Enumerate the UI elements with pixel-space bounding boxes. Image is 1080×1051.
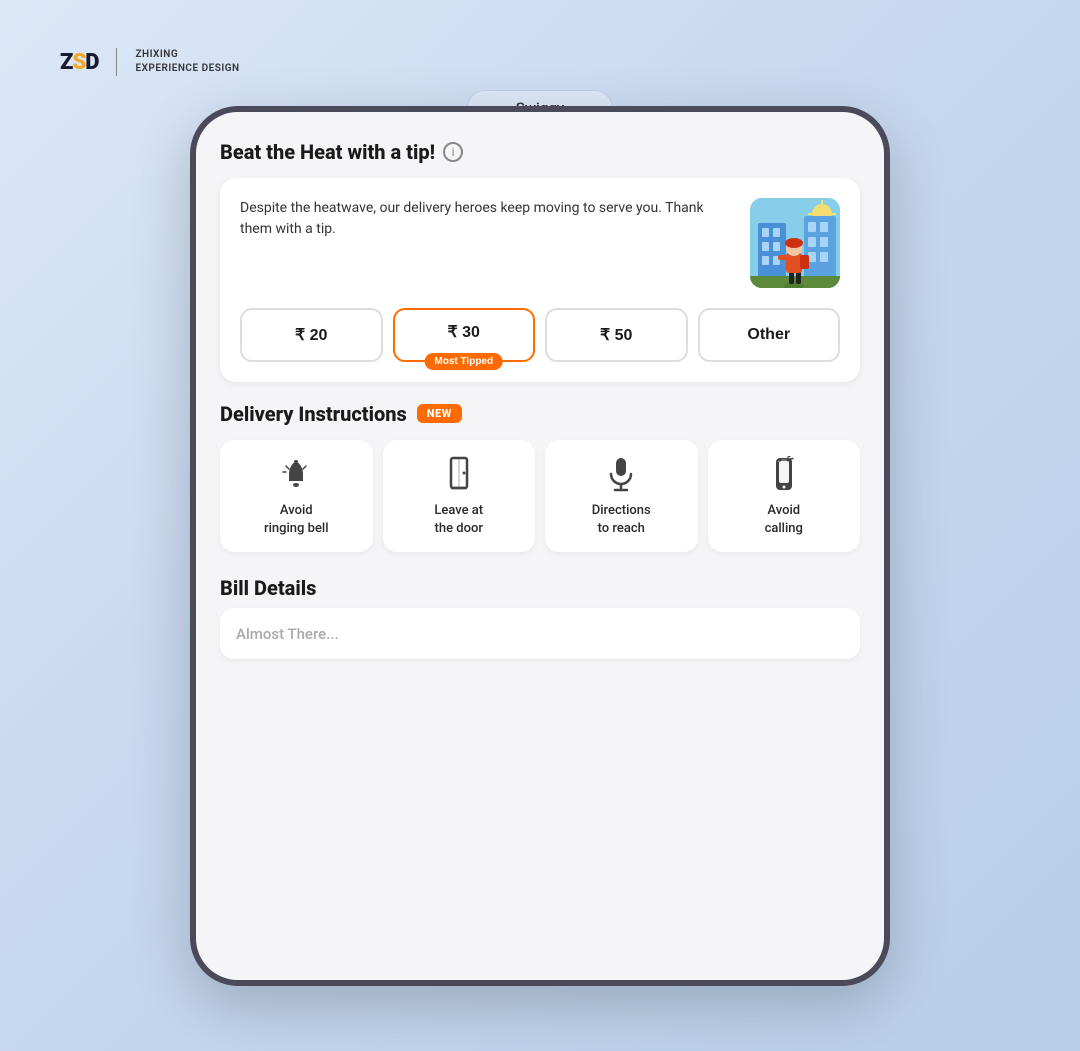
tip-card: Despite the heatwave, our delivery heroe… <box>220 178 860 382</box>
delivery-instructions-header: Delivery Instructions NEW <box>220 402 860 426</box>
instruction-card-directions[interactable]: Directionsto reach <box>545 440 698 552</box>
door-icon <box>445 456 473 492</box>
instruction-card-calling[interactable]: Avoidcalling <box>708 440 861 552</box>
bill-preview-text: Almost There... <box>236 625 339 643</box>
bell-icon <box>281 456 311 492</box>
logo-icon: ZSD <box>60 50 98 75</box>
instruction-card-door[interactable]: Leave atthe door <box>383 440 536 552</box>
tip-btn-50[interactable]: ₹ 50 <box>545 308 688 362</box>
directions-label: Directionsto reach <box>592 502 651 538</box>
tip-section-title: Beat the Heat with a tip! i <box>220 140 860 164</box>
logo-area: ZSD ZHIXING EXPERIENCE DESIGN <box>60 48 240 76</box>
tip-card-top: Despite the heatwave, our delivery heroe… <box>240 198 840 288</box>
tip-buttons: ₹ 20 ₹ 30 Most Tipped ₹ 50 Other <box>240 308 840 362</box>
bell-label: Avoidringing bell <box>264 502 329 538</box>
delivery-instructions-section: Delivery Instructions NEW <box>220 402 860 552</box>
tip-description: Despite the heatwave, our delivery heroe… <box>240 198 734 288</box>
instruction-card-bell[interactable]: Avoidringing bell <box>220 440 373 552</box>
instructions-grid: Avoidringing bell Leave atthe door <box>220 440 860 552</box>
phone-frame: Beat the Heat with a tip! i Despite the … <box>190 106 890 986</box>
most-tipped-badge: Most Tipped <box>424 353 503 370</box>
phone-icon <box>773 456 795 492</box>
logo-text: ZHIXING EXPERIENCE DESIGN <box>135 48 239 76</box>
microphone-icon <box>607 456 635 492</box>
tip-btn-other[interactable]: Other <box>698 308 841 362</box>
door-label: Leave atthe door <box>434 502 483 538</box>
logo-divider <box>116 48 117 76</box>
bill-title: Bill Details <box>220 576 860 600</box>
tip-section: Beat the Heat with a tip! i Despite the … <box>220 140 860 382</box>
bill-preview: Almost There... <box>220 608 860 659</box>
tip-illustration <box>750 198 840 288</box>
calling-label: Avoidcalling <box>765 502 803 538</box>
info-icon[interactable]: i <box>443 142 463 162</box>
bill-section: Bill Details Almost There... <box>220 576 860 659</box>
phone-content: Beat the Heat with a tip! i Despite the … <box>196 112 884 980</box>
tip-btn-30[interactable]: ₹ 30 Most Tipped <box>393 308 536 362</box>
tip-btn-20[interactable]: ₹ 20 <box>240 308 383 362</box>
new-badge: NEW <box>417 404 462 423</box>
delivery-instructions-title: Delivery Instructions <box>220 402 407 426</box>
